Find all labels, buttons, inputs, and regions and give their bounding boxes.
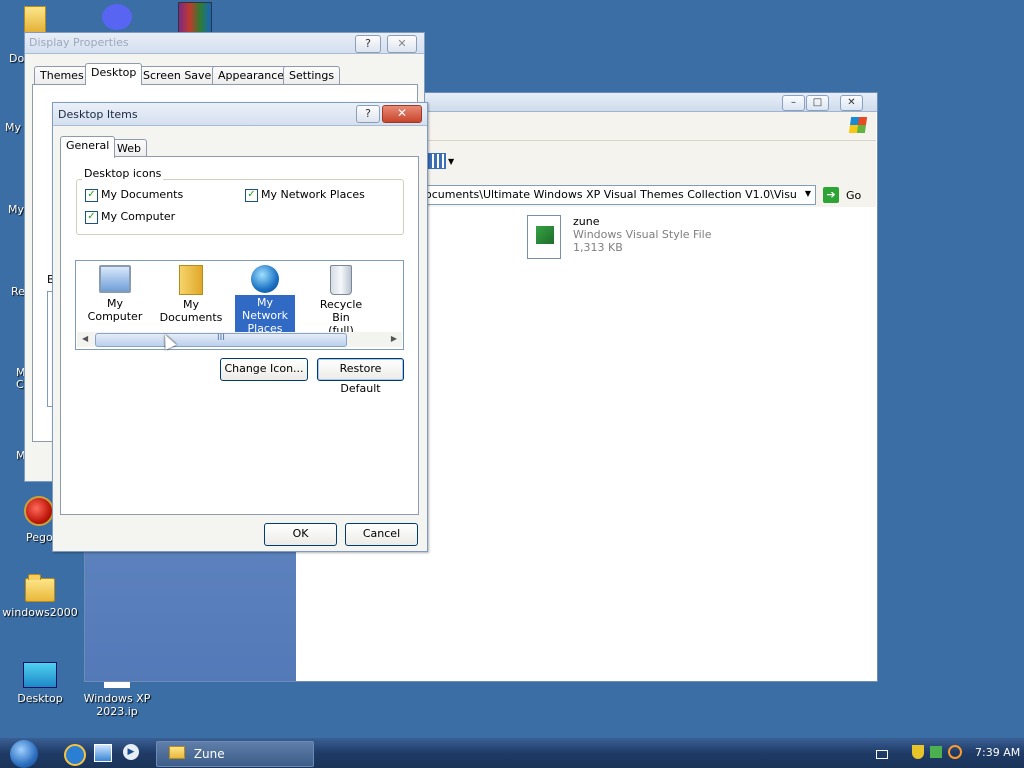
recycle-bin-icon xyxy=(330,265,352,295)
minimize-button[interactable]: – xyxy=(782,95,805,111)
change-icon-button[interactable]: Change Icon... xyxy=(220,358,308,381)
cancel-button[interactable]: Cancel xyxy=(345,523,418,546)
list-item-label: My Documents xyxy=(159,298,223,324)
tab-settings[interactable]: Settings xyxy=(283,66,341,85)
address-text: ocuments\Ultimate Windows XP Visual Them… xyxy=(425,188,797,201)
search-icon[interactable] xyxy=(948,745,962,759)
help-button[interactable]: ? xyxy=(356,105,380,123)
taskbar: ▶ Zune 7:39 AM xyxy=(0,738,1024,768)
taskbar-button-label: Zune xyxy=(193,747,225,761)
horizontal-scrollbar[interactable]: ◀ III ▶ xyxy=(77,332,402,347)
winrar-icon[interactable] xyxy=(178,2,212,34)
desktop-icon-label: Windows XP 2023.ip xyxy=(83,692,151,718)
folder-icon xyxy=(25,574,55,602)
my-documents-label: My Documents xyxy=(101,188,184,201)
pego-icon xyxy=(24,496,54,526)
internet-explorer-icon[interactable] xyxy=(64,744,86,766)
list-item-label: My Computer xyxy=(87,297,143,323)
dialog-title: Desktop Items xyxy=(58,108,138,121)
network-globe-icon xyxy=(251,265,279,293)
tab-screen-saver[interactable]: Screen Saver xyxy=(137,66,222,85)
start-button[interactable] xyxy=(10,740,38,768)
desktop-shortcut-icon xyxy=(23,662,57,688)
desktop-icon-label: Desktop xyxy=(17,692,63,705)
desktop-icon-pego[interactable]: Pego xyxy=(0,494,60,544)
theme-file-icon xyxy=(527,215,561,259)
system-tray: 7:39 AM xyxy=(854,738,1024,768)
folder-icon xyxy=(169,746,185,759)
desktop-icon-label: windows2000 xyxy=(2,606,78,619)
desktop-icon-desktop[interactable]: Desktop xyxy=(0,660,80,705)
views-icon[interactable] xyxy=(428,153,446,169)
scroll-left-icon[interactable]: ◀ xyxy=(82,334,88,343)
help-button[interactable]: ? xyxy=(355,35,381,53)
scroll-right-icon[interactable]: ▶ xyxy=(391,334,397,343)
window-title: Display Properties xyxy=(29,36,129,49)
security-shield-icon[interactable] xyxy=(912,745,924,759)
desktop-icon-label: Pego xyxy=(26,531,53,544)
file-name: zune xyxy=(573,215,600,228)
tab-appearance[interactable]: Appearance xyxy=(212,66,291,85)
close-button[interactable]: ✕ xyxy=(387,35,417,53)
close-button[interactable]: ✕ xyxy=(382,105,422,123)
file-size: 1,313 KB xyxy=(573,241,623,254)
documents-folder-icon xyxy=(179,265,203,295)
desktop-icon-windows-xp-ip[interactable]: Windows XP 2023.ip xyxy=(77,682,157,718)
my-documents-checkbox[interactable]: ✓ xyxy=(85,189,98,202)
windows-explorer-icon[interactable] xyxy=(94,744,112,762)
list-item-my-documents[interactable]: My Documents xyxy=(153,265,229,325)
desktop-items-dialog: Desktop Items ? ✕ General Web Desktop ic… xyxy=(52,102,428,552)
tab-desktop[interactable]: Desktop xyxy=(85,63,143,85)
tab-themes[interactable]: Themes xyxy=(34,66,90,85)
my-network-places-label: My Network Places xyxy=(261,188,365,201)
file-icon xyxy=(104,682,130,688)
desktop-icon-windows2000[interactable]: windows2000 xyxy=(0,574,80,619)
dialog-titlebar: Desktop Items ? ✕ xyxy=(53,103,427,126)
file-item[interactable]: zune Windows Visual Style File 1,313 KB xyxy=(525,213,745,261)
folder-icon xyxy=(24,6,46,34)
display-properties-titlebar: Display Properties ? ✕ xyxy=(25,33,424,54)
chevron-down-icon[interactable]: ▼ xyxy=(805,189,811,198)
list-item-my-computer[interactable]: My Computer xyxy=(77,265,153,324)
general-tab-panel: Desktop icons ✓ My Documents ✓ My Networ… xyxy=(60,156,419,515)
address-input[interactable]: ocuments\Ultimate Windows XP Visual Them… xyxy=(416,185,816,205)
desktop-icon-label: My xyxy=(5,121,22,134)
my-computer-label: My Computer xyxy=(101,210,176,223)
my-computer-checkbox[interactable]: ✓ xyxy=(85,211,98,224)
windows-logo-icon xyxy=(848,117,868,133)
list-item-recycle-bin[interactable]: Recycle Bin (full) xyxy=(303,265,379,338)
go-arrow-icon[interactable]: ➔ xyxy=(823,187,839,203)
list-item-partial[interactable]: Re(e xyxy=(378,265,403,323)
clock[interactable]: 7:39 AM xyxy=(975,746,1020,759)
icon-list[interactable]: My Computer My Documents My Network Plac… xyxy=(75,260,404,350)
scrollbar-thumb[interactable]: III xyxy=(95,333,347,347)
tab-general[interactable]: General xyxy=(60,136,116,158)
restore-default-button[interactable]: Restore Default xyxy=(317,358,404,395)
desktop-icon-label: Do xyxy=(9,52,25,65)
maximize-button[interactable]: □ xyxy=(806,95,829,111)
list-item-label: My Network Places xyxy=(235,295,295,336)
my-network-places-checkbox[interactable]: ✓ xyxy=(245,189,258,202)
computer-icon xyxy=(99,265,131,293)
desktop-icon-label: My xyxy=(8,203,25,216)
desktop-icon-label: Re xyxy=(11,285,25,298)
list-item-my-network-places[interactable]: My Network Places xyxy=(227,265,303,336)
discord-icon[interactable] xyxy=(102,4,132,30)
group-title: Desktop icons xyxy=(82,167,164,180)
media-player-icon[interactable]: ▶ xyxy=(123,744,139,760)
taskbar-button-zune[interactable]: Zune xyxy=(156,741,314,767)
keyboard-icon[interactable] xyxy=(876,750,888,759)
go-button[interactable]: Go xyxy=(846,189,861,202)
chevron-down-icon[interactable]: ▼ xyxy=(448,157,454,166)
network-icon[interactable] xyxy=(930,746,942,758)
close-button[interactable]: ✕ xyxy=(840,95,863,111)
file-type: Windows Visual Style File xyxy=(573,228,712,241)
ok-button[interactable]: OK xyxy=(264,523,337,546)
